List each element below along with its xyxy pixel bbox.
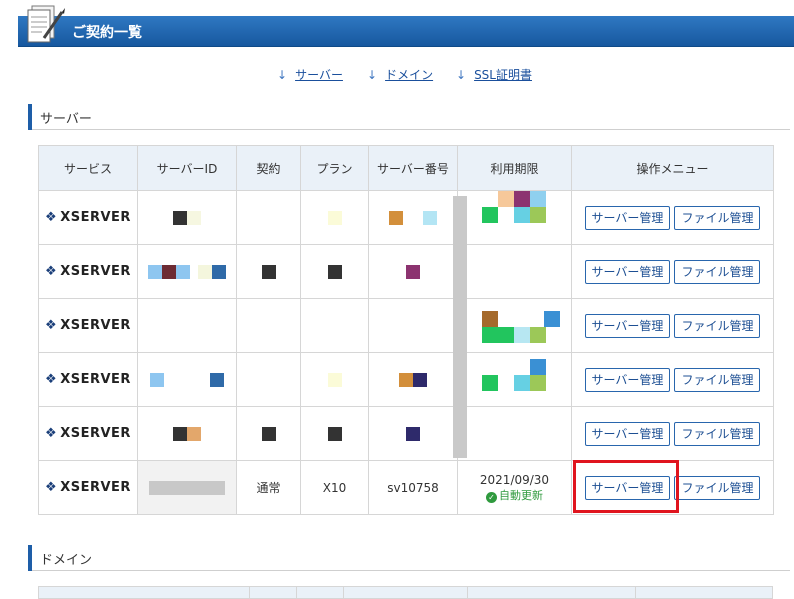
table-row: ❖ XSERVER サーバー管理 ファイル管理 (38, 190, 774, 245)
redacted-server-number (368, 190, 458, 245)
server-section-title: サーバー (40, 112, 92, 127)
redacted-plan (300, 352, 369, 407)
contract-document-icon (27, 5, 65, 43)
col-service: サービス (38, 145, 138, 191)
expiry-date: 2021/09/30 (479, 472, 550, 487)
file-manage-button[interactable]: ファイル管理 (674, 367, 761, 392)
xserver-logo: ❖ XSERVER (45, 210, 131, 225)
redacted-expiry (457, 190, 572, 245)
down-arrow-icon: ↓ (456, 68, 467, 82)
server-section-heading: サーバー (28, 104, 790, 130)
file-manage-button[interactable]: ファイル管理 (674, 313, 761, 338)
server-manage-button[interactable]: サーバー管理 (584, 205, 671, 230)
down-arrow-icon: ↓ (367, 68, 378, 82)
table-row: ❖ XSERVER サーバー管理 ファイル管理 (38, 244, 774, 299)
server-manage-button[interactable]: サーバー管理 (584, 259, 671, 284)
file-manage-button[interactable]: ファイル管理 (674, 475, 761, 500)
server-manage-button[interactable]: サーバー管理 (584, 367, 671, 392)
redacted-server-id (137, 406, 237, 461)
redacted-expiry (457, 352, 572, 407)
table-header-row: サービス サーバーID 契約 プラン サーバー番号 利用期限 操作メニュー (38, 145, 774, 191)
highlight-box (573, 460, 679, 513)
file-manage-button[interactable]: ファイル管理 (674, 259, 761, 284)
table-row: ❖ XSERVER サーバー管理 ファイル管理 (38, 406, 774, 461)
col-contract: 契約 (236, 145, 301, 191)
xserver-diamond-icon: ❖ (45, 426, 58, 441)
xserver-logo: ❖ XSERVER (45, 426, 131, 441)
xserver-diamond-icon: ❖ (45, 264, 58, 279)
anchor-server[interactable]: ↓ サーバー (277, 66, 343, 83)
anchor-domain[interactable]: ↓ ドメイン (367, 66, 433, 83)
contract-cell: 通常 (236, 460, 301, 515)
server-manage-button[interactable]: サーバー管理 (584, 421, 671, 446)
xserver-diamond-icon: ❖ (45, 210, 58, 225)
xserver-logo: ❖ XSERVER (45, 372, 131, 387)
redacted-expiry (457, 298, 572, 353)
col-server-id: サーバーID (137, 145, 237, 191)
redacted-plan (300, 190, 369, 245)
file-manage-button[interactable]: ファイル管理 (674, 205, 761, 230)
domain-table (38, 586, 773, 599)
redacted-server-number (368, 406, 458, 461)
redacted-plan (300, 406, 369, 461)
redacted-server-number (368, 352, 458, 407)
xserver-logo: ❖ XSERVER (45, 264, 131, 279)
col-plan: プラン (300, 145, 369, 191)
redacted-contract (236, 406, 301, 461)
anchor-links: ↓ サーバー ↓ ドメイン ↓ SSL証明書 (0, 66, 794, 84)
domain-section-heading: ドメイン (28, 545, 790, 571)
redaction-strip (453, 196, 467, 458)
redacted-contract (236, 244, 301, 299)
redacted-server-number (368, 244, 458, 299)
xserver-diamond-icon: ❖ (45, 480, 58, 495)
xserver-diamond-icon: ❖ (45, 318, 58, 333)
check-circle-icon: ✓ (486, 491, 497, 503)
expiry-cell: 2021/09/30 ✓ 自動更新 (457, 460, 572, 515)
redacted-server-id (137, 190, 237, 245)
table-row: ❖ XSERVER サーバー管理 ファイル管理 (38, 298, 774, 353)
domain-section-title: ドメイン (40, 553, 93, 568)
redacted-server-id (137, 244, 237, 299)
col-expiry: 利用期限 (457, 145, 572, 191)
plan-cell: X10 (300, 460, 369, 515)
col-server-number: サーバー番号 (368, 145, 458, 191)
down-arrow-icon: ↓ (277, 68, 288, 82)
xserver-diamond-icon: ❖ (45, 372, 58, 387)
xserver-logo: ❖ XSERVER (45, 480, 131, 495)
file-manage-button[interactable]: ファイル管理 (674, 421, 761, 446)
col-operations: 操作メニュー (571, 145, 774, 191)
page-title-bar: ご契約一覧 (18, 16, 794, 47)
redacted-server-id (137, 352, 237, 407)
redacted-plan (300, 244, 369, 299)
page-title: ご契約一覧 (72, 25, 142, 41)
server-manage-button[interactable]: サーバー管理 (584, 313, 671, 338)
table-row: ❖ XSERVER サーバー管理 ファイル管理 (38, 352, 774, 407)
redacted-server-id (137, 460, 237, 515)
anchor-ssl[interactable]: ↓ SSL証明書 (456, 66, 532, 83)
server-number-cell: sv10758 (368, 460, 458, 515)
auto-renew-status: ✓ 自動更新 (458, 487, 571, 503)
xserver-logo: ❖ XSERVER (45, 318, 131, 333)
